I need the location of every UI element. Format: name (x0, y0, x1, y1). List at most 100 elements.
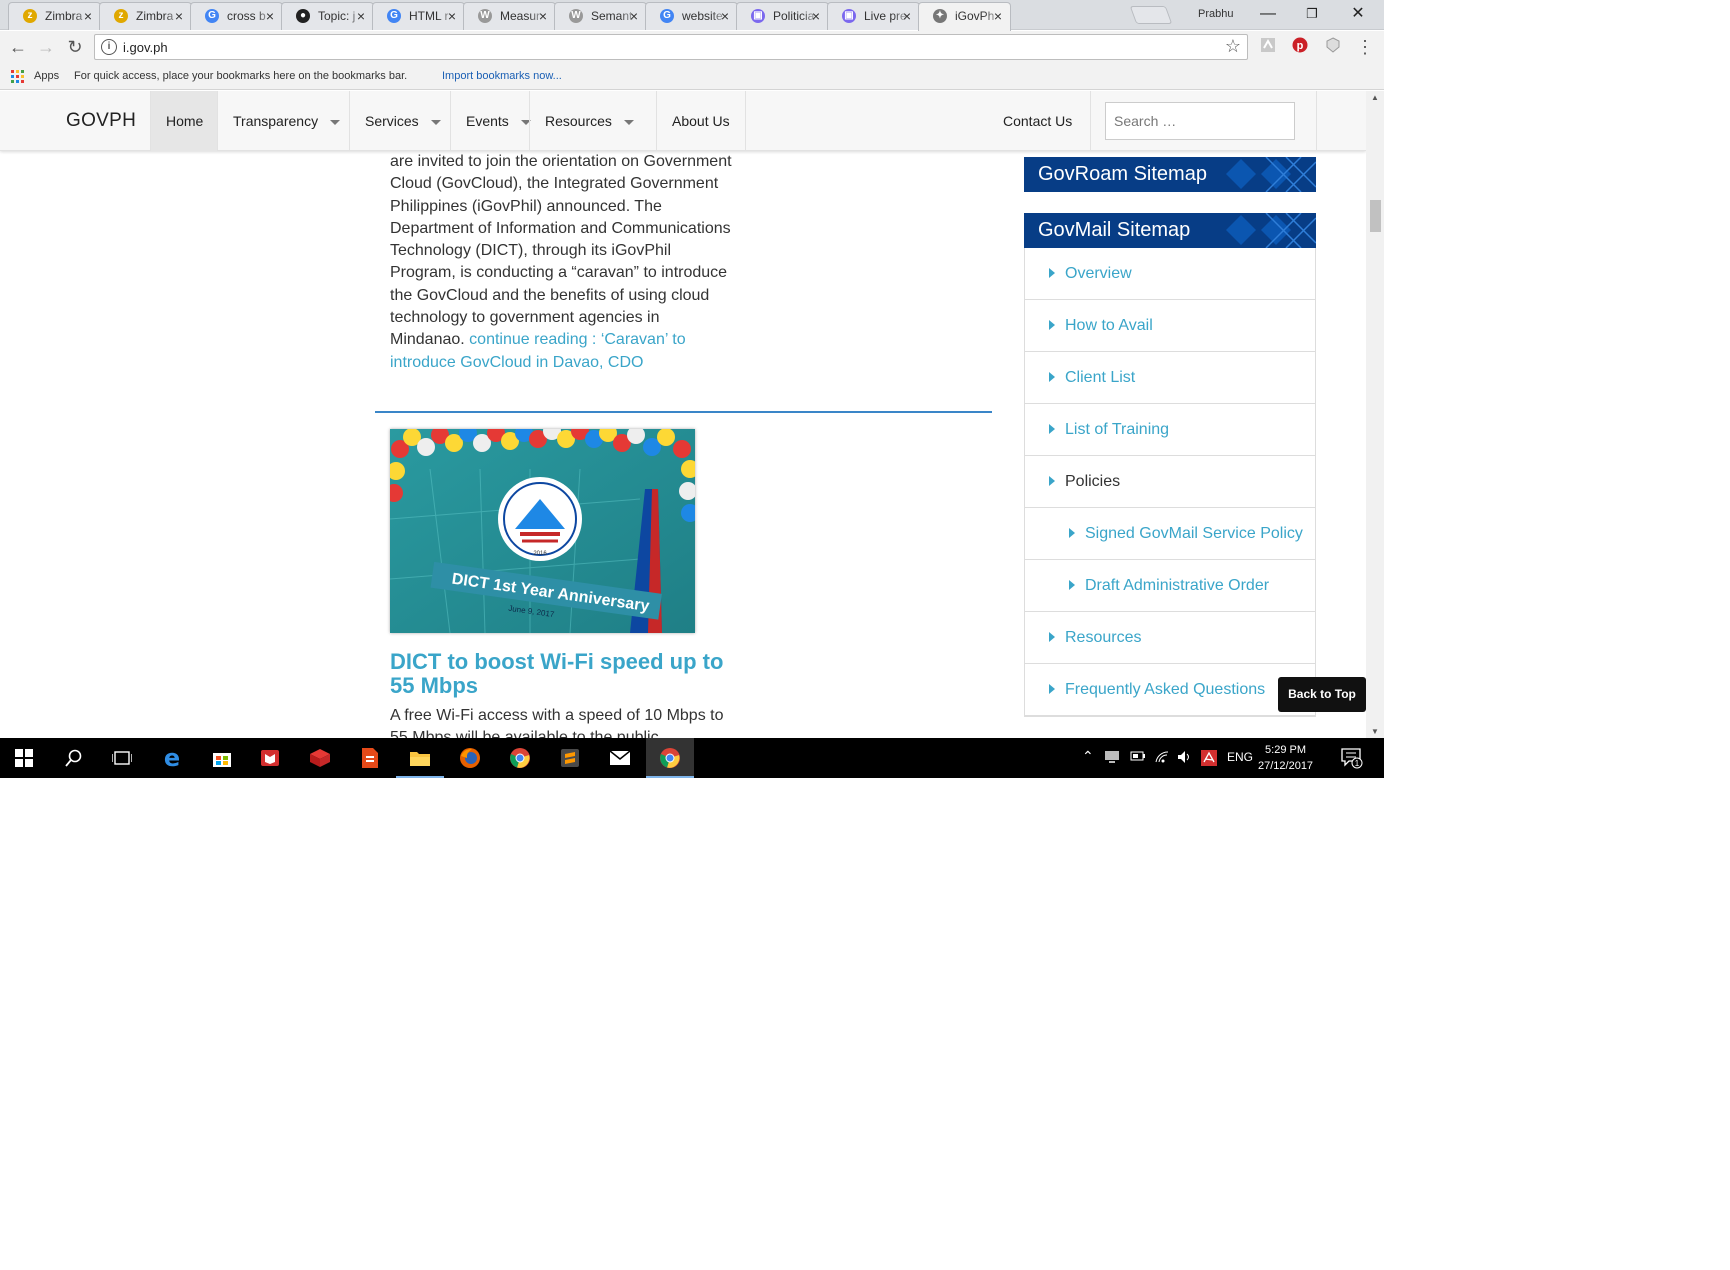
search-icon[interactable] (50, 738, 98, 778)
igovph-icon: ✦ (933, 9, 947, 23)
profile-name[interactable]: Prabhu (1198, 8, 1233, 20)
browser-tab[interactable]: Gcross b × (190, 2, 283, 30)
menu-kebab-icon[interactable]: ⋮ (1355, 37, 1375, 57)
language-indicator[interactable]: ENG (1227, 750, 1253, 764)
scrollbar-thumb[interactable] (1370, 200, 1381, 232)
minimize-icon[interactable]: — (1248, 3, 1288, 25)
close-tab-icon[interactable]: × (84, 3, 92, 29)
browser-tab[interactable]: W Semant × (554, 2, 647, 30)
nav-item-services[interactable]: Services (349, 91, 456, 151)
pinterest-icon[interactable]: p (1290, 37, 1310, 57)
restore-icon[interactable]: ❐ (1292, 3, 1332, 25)
apps-grid-icon[interactable] (11, 70, 24, 83)
article-thumbnail[interactable]: 2016 DICT 1st Year Anniversary June 9, 2… (390, 429, 695, 633)
extension-shield-icon[interactable] (1323, 37, 1343, 57)
page-scrollbar[interactable]: ▲ ▼ (1366, 91, 1384, 738)
sitemap-item-label[interactable]: Draft Administrative Order (1085, 577, 1269, 594)
import-bookmarks-link[interactable]: Import bookmarks now... (442, 70, 562, 82)
search-input[interactable] (1105, 102, 1295, 140)
nav-contact-us[interactable]: Contact Us (988, 91, 1087, 151)
sitemap-item[interactable]: Overview (1025, 248, 1315, 300)
sitemap-item[interactable]: How to Avail (1025, 300, 1315, 352)
triangle-right-icon (1049, 320, 1055, 330)
article-title-link[interactable]: DICT to boost Wi-Fi speed up to 55 Mbps (390, 650, 735, 698)
edge-icon[interactable]: e (148, 738, 196, 778)
browser-tab[interactable]: G HTML r × (372, 2, 465, 30)
extension-pdf-icon[interactable] (1258, 37, 1278, 58)
browser-tab[interactable]: z Zimbra × (99, 2, 192, 30)
browser-tab[interactable]: ✦ iGovPh × (918, 2, 1011, 31)
sublime-icon[interactable] (546, 738, 594, 778)
browser-tab[interactable]: W Measur × (463, 2, 556, 30)
close-tab-icon[interactable]: × (721, 3, 729, 29)
new-tab-button[interactable] (1129, 6, 1173, 24)
sitemap-item[interactable]: Frequently Asked Questions (1025, 664, 1315, 716)
sitemap-item-label[interactable]: Resources (1065, 629, 1141, 646)
close-tab-icon[interactable]: × (539, 3, 547, 29)
nav-item-about-us[interactable]: About Us (656, 91, 746, 151)
sitemap-item-label[interactable]: Signed GovMail Service Policy (1085, 525, 1303, 542)
address-bar[interactable]: i i.gov.ph ☆ (94, 34, 1248, 60)
chrome-icon[interactable] (496, 738, 544, 778)
sitemap-item[interactable]: List of Training (1025, 404, 1315, 456)
close-tab-icon[interactable]: × (175, 3, 183, 29)
chrome-active-icon[interactable] (646, 738, 694, 778)
close-tab-icon[interactable]: × (266, 3, 274, 29)
volume-icon[interactable] (1177, 750, 1193, 767)
reader-icon[interactable] (246, 738, 294, 778)
close-tab-icon[interactable]: × (903, 3, 911, 29)
site-brand[interactable]: GOVPH (66, 110, 136, 132)
tray-chevron-icon[interactable]: ⌃ (1082, 748, 1094, 765)
acrobat-tray-icon[interactable] (1201, 750, 1217, 769)
close-tab-icon[interactable]: × (357, 3, 365, 29)
wifi-icon[interactable] (1154, 750, 1170, 767)
document-icon[interactable] (346, 738, 394, 778)
close-tab-icon[interactable]: × (994, 3, 1002, 29)
sitemap-item-label[interactable]: How to Avail (1065, 317, 1153, 334)
firefox-icon[interactable] (446, 738, 494, 778)
package-icon[interactable] (296, 738, 344, 778)
apps-link[interactable]: Apps (34, 70, 59, 82)
sitemap-item[interactable]: Client List (1025, 352, 1315, 404)
task-view-icon[interactable] (98, 738, 146, 778)
file-explorer-icon[interactable] (396, 738, 444, 778)
forward-icon[interactable]: → (36, 37, 56, 57)
close-window-icon[interactable]: ✕ (1338, 3, 1378, 25)
sitemap-item-label[interactable]: Client List (1065, 369, 1135, 386)
clock[interactable]: 5:29 PM 27/12/2017 (1258, 742, 1313, 774)
nav-item-home[interactable]: Home (150, 91, 219, 151)
sitemap-item-label[interactable]: Overview (1065, 265, 1132, 282)
google-icon: G (660, 9, 674, 23)
url-text[interactable]: i.gov.ph (123, 40, 168, 55)
windows-taskbar: e ⌃ ENG 5:29 PM 27/12/2017 1 (0, 738, 1384, 778)
reload-icon[interactable]: ↻ (65, 37, 85, 57)
store-icon[interactable] (198, 738, 246, 778)
start-icon[interactable] (0, 738, 48, 778)
browser-tab[interactable]: ● Topic: j × (281, 2, 374, 30)
back-icon[interactable]: ← (8, 37, 28, 57)
browser-tab[interactable]: ▣ Live pre × (827, 2, 920, 30)
mail-icon[interactable] (596, 738, 644, 778)
tray-device-icon[interactable] (1104, 750, 1120, 767)
browser-tab[interactable]: ▣ Politicia × (736, 2, 829, 30)
scroll-up-icon[interactable]: ▲ (1371, 93, 1379, 102)
sitemap-item[interactable]: Signed GovMail Service Policy (1025, 508, 1315, 560)
browser-tab[interactable]: Gwebsite × (645, 2, 738, 30)
close-tab-icon[interactable]: × (630, 3, 638, 29)
info-icon[interactable]: i (101, 39, 117, 55)
sitemap-item-label[interactable]: List of Training (1065, 421, 1169, 438)
back-to-top-button[interactable]: Back to Top (1278, 677, 1366, 712)
scroll-down-icon[interactable]: ▼ (1371, 727, 1379, 736)
bookmark-star-icon[interactable]: ☆ (1225, 36, 1241, 57)
notification-center-icon[interactable]: 1 (1341, 747, 1363, 772)
close-tab-icon[interactable]: × (812, 3, 820, 29)
sitemap-item-label[interactable]: Frequently Asked Questions (1065, 681, 1265, 698)
nav-item-transparency[interactable]: Transparency (217, 91, 355, 151)
battery-icon[interactable] (1130, 750, 1146, 765)
close-tab-icon[interactable]: × (448, 3, 456, 29)
sitemap-item[interactable]: Resources (1025, 612, 1315, 664)
google-icon: G (205, 9, 219, 23)
browser-tab[interactable]: z Zimbra × (8, 2, 101, 30)
sitemap-item[interactable]: Draft Administrative Order (1025, 560, 1315, 612)
nav-item-resources[interactable]: Resources (529, 91, 649, 151)
